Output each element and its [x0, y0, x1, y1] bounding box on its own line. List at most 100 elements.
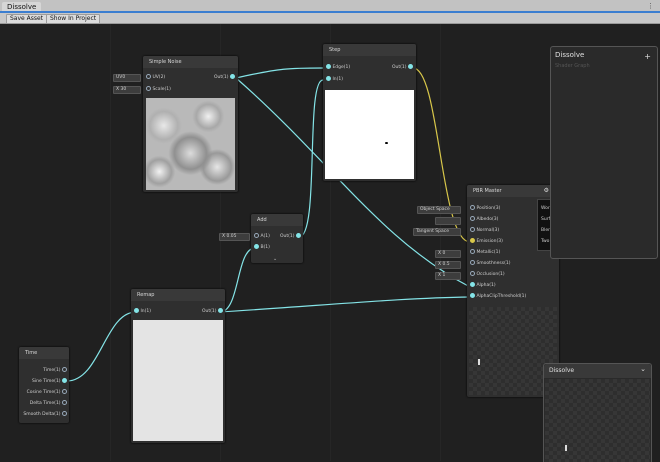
time-output-dot[interactable]	[62, 389, 67, 394]
add-out-port[interactable]: Out(1)	[280, 233, 301, 240]
step-in-port[interactable]: In(1)	[326, 76, 343, 83]
pbr-input-port[interactable]: Emission(3)	[470, 238, 503, 245]
pbr-input-port[interactable]: Normal(3)	[470, 227, 499, 234]
remap-node[interactable]: Remap In(1) Out(1)	[131, 289, 225, 443]
pbr-port-dot[interactable]	[470, 249, 475, 254]
pbr-port-dot[interactable]	[470, 216, 475, 221]
add-out-dot[interactable]	[296, 233, 301, 238]
smoothness-field[interactable]: X 0.5	[435, 261, 461, 269]
pbr-port-dot[interactable]	[470, 260, 475, 265]
pbr-port-label: Occlusion(1)	[476, 272, 505, 277]
b-port-dot[interactable]	[254, 244, 259, 249]
scale-port-dot[interactable]	[146, 86, 151, 91]
simple-noise-node[interactable]: Simple Noise UV(2) Scale(1) Out(1)	[143, 56, 238, 192]
pbr-port-label: AlphaClipThreshold(1)	[476, 294, 527, 299]
step-out-dot[interactable]	[408, 64, 413, 69]
pbr-port-dot[interactable]	[470, 227, 475, 232]
pbr-input-port[interactable]: Position(3)	[470, 205, 500, 212]
noise-out-port[interactable]: Out(1)	[214, 74, 235, 81]
remap-out-label: Out(1)	[202, 309, 217, 314]
time-output-port[interactable]: Delta Time(1)	[30, 400, 67, 407]
chevron-down-icon[interactable]: ⌄	[640, 365, 646, 373]
normal-space-field[interactable]: Tangent Space	[413, 228, 461, 236]
pbr-port-dot[interactable]	[470, 238, 475, 243]
pbr-input-port[interactable]: AlphaClipThreshold(1)	[470, 293, 526, 300]
time-output-label: Smooth Delta(1)	[23, 412, 61, 417]
pbr-preview-mark	[478, 359, 480, 365]
add-a-port[interactable]: A(1)	[254, 233, 270, 240]
time-output-dot[interactable]	[62, 411, 67, 416]
pbr-port-label: Metallic(1)	[476, 250, 501, 255]
in-port-dot[interactable]	[326, 76, 331, 81]
position-space-field[interactable]: Object Space	[417, 206, 461, 214]
blackboard-panel[interactable]: Dissolve Shader Graph +	[550, 46, 658, 259]
a-port-dot[interactable]	[254, 233, 259, 238]
pbr-port-dot[interactable]	[470, 293, 475, 298]
noise-scale-port[interactable]: Scale(1)	[146, 86, 171, 93]
pbr-input-port[interactable]: Albedo(3)	[470, 216, 498, 223]
pbr-port-dot[interactable]	[470, 271, 475, 276]
main-preview-panel[interactable]: Dissolve ⌄	[543, 363, 652, 462]
main-preview-viewport[interactable]	[545, 379, 650, 462]
noise-uv-port[interactable]: UV(2)	[146, 74, 165, 81]
remap-in-port[interactable]: In(1)	[134, 308, 151, 315]
time-output-port[interactable]: Time(1)	[43, 367, 67, 374]
noise-out-label: Out(1)	[214, 75, 229, 80]
time-output-dot[interactable]	[62, 378, 67, 383]
time-output-port[interactable]: Smooth Delta(1)	[23, 411, 67, 418]
wire-step-emission	[412, 67, 471, 243]
wire-remap-add-b	[219, 247, 256, 313]
pbr-port-label: Alpha(1)	[476, 283, 496, 288]
edge-port-dot[interactable]	[326, 64, 331, 69]
in-port-label: In(1)	[332, 77, 343, 82]
step-preview	[325, 90, 414, 179]
add-b-port[interactable]: B(1)	[254, 244, 270, 251]
remap-in-label: In(1)	[140, 309, 151, 314]
settings-item[interactable]: Wor	[541, 205, 550, 212]
pbr-port-dot[interactable]	[470, 205, 475, 210]
pbr-input-port[interactable]: Smoothness(1)	[470, 260, 510, 267]
remap-out-port[interactable]: Out(1)	[202, 308, 223, 315]
add-a-field[interactable]: X 0.05	[219, 233, 250, 241]
pbr-input-port[interactable]: Alpha(1)	[470, 282, 496, 289]
noise-preview	[146, 98, 235, 190]
settings-item[interactable]: Two	[541, 238, 549, 245]
pbr-port-dot[interactable]	[470, 282, 475, 287]
remap-in-dot[interactable]	[134, 308, 139, 313]
main-preview-title: Dissolve	[549, 367, 575, 374]
time-node[interactable]: Time Time(1) Sine Time(1) Cosine Time(1)…	[19, 347, 69, 423]
pbr-input-port[interactable]: Occlusion(1)	[470, 271, 505, 278]
scale-field[interactable]: X 30	[113, 86, 141, 94]
time-output-label: Time(1)	[43, 368, 61, 373]
time-title: Time	[19, 347, 69, 359]
gear-icon[interactable]: ⚙	[544, 187, 549, 194]
uv-port-label: UV(2)	[152, 75, 166, 80]
step-node[interactable]: Step Edge(1) In(1) Out(1)	[323, 44, 416, 181]
occlusion-field[interactable]: X 1	[435, 272, 461, 280]
step-edge-port[interactable]: Edge(1)	[326, 64, 350, 71]
preview-mark	[565, 445, 567, 451]
wire-noise-step-edge	[235, 67, 324, 79]
albedo-color-field[interactable]	[435, 217, 461, 225]
wire-remap-clip	[219, 296, 471, 313]
metallic-field[interactable]: X 0	[435, 250, 461, 258]
settings-item[interactable]: Surf	[541, 216, 550, 223]
uv-port-dot[interactable]	[146, 74, 151, 79]
time-output-dot[interactable]	[62, 367, 67, 372]
time-output-label: Delta Time(1)	[29, 401, 61, 406]
step-out-port[interactable]: Out(1)	[392, 64, 413, 71]
remap-out-dot[interactable]	[218, 308, 223, 313]
time-output-label: Cosine Time(1)	[26, 390, 61, 395]
remap-preview	[133, 320, 223, 441]
uv-field[interactable]: UV0	[113, 74, 141, 82]
pbr-input-port[interactable]: Metallic(1)	[470, 249, 500, 256]
time-output-port[interactable]: Sine Time(1)	[32, 378, 67, 385]
time-output-port[interactable]: Cosine Time(1)	[27, 389, 67, 396]
blackboard-title: Dissolve	[555, 51, 585, 59]
chevron-down-icon[interactable]: ⌄	[273, 256, 277, 262]
add-property-button[interactable]: +	[644, 52, 651, 61]
add-node[interactable]: Add A(1) B(1) Out(1) ⌄	[251, 214, 303, 263]
pbr-port-label: Position(3)	[476, 206, 501, 211]
time-output-dot[interactable]	[62, 400, 67, 405]
out-port-dot[interactable]	[230, 74, 235, 79]
